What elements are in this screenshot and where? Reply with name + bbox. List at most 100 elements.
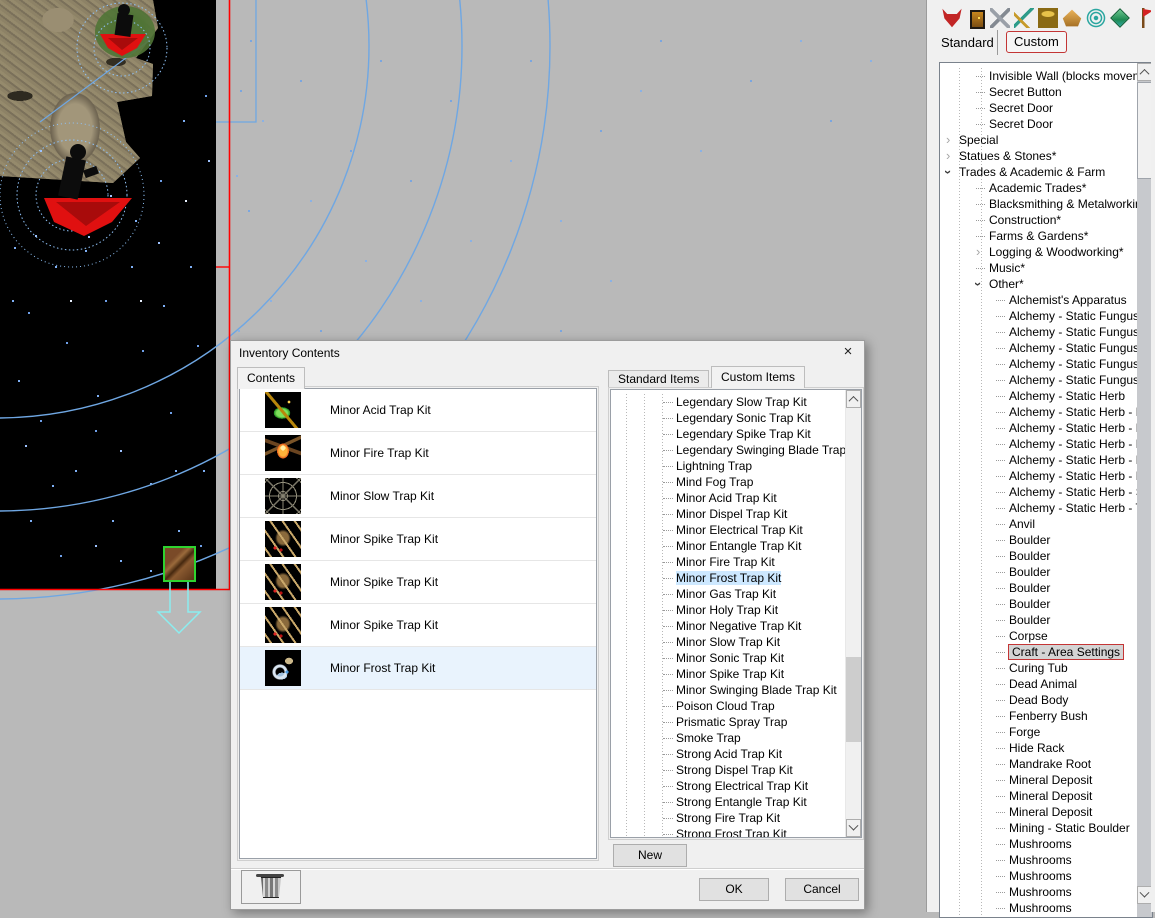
scroll-down-icon[interactable] (846, 819, 861, 837)
palette-tree-item[interactable]: Special (940, 132, 1152, 148)
palette-tree[interactable]: Invisible Wall (blocks moveme Secret But… (939, 62, 1153, 918)
custom-item[interactable]: Strong Entangle Trap Kit (611, 794, 861, 810)
inventory-row[interactable]: Minor Frost Trap Kit (240, 647, 596, 690)
palette-tree-item[interactable]: Craft - Area Settings (940, 644, 1152, 660)
custom-item[interactable]: Prismatic Spray Trap (611, 714, 861, 730)
palette-tree-item[interactable]: Alchemy - Static Herb - M (940, 468, 1152, 484)
custom-item[interactable]: Legendary Spike Trap Kit (611, 426, 861, 442)
palette-tree-item[interactable]: Academic Trades* (940, 180, 1152, 196)
scroll-up-icon[interactable] (1137, 63, 1152, 81)
tab-custom-items[interactable]: Custom Items (711, 366, 805, 388)
custom-item[interactable]: Minor Electrical Trap Kit (611, 522, 861, 538)
custom-item[interactable]: Minor Negative Trap Kit (611, 618, 861, 634)
palette-tree-item[interactable]: Mushrooms (940, 884, 1152, 900)
delete-button[interactable] (241, 870, 301, 904)
expander-icon[interactable] (946, 164, 959, 180)
close-icon[interactable]: × (840, 343, 856, 361)
palette-tree-item[interactable]: Boulder (940, 548, 1152, 564)
custom-item[interactable]: Poison Cloud Trap (611, 698, 861, 714)
scrollbar-thumb[interactable] (846, 657, 861, 742)
palette-tree-item[interactable]: Mandrake Root (940, 756, 1152, 772)
palette-tree-item[interactable]: Farms & Gardens* (940, 228, 1152, 244)
palette-tree-item[interactable]: Corpse (940, 628, 1152, 644)
ok-button[interactable]: OK (699, 878, 769, 901)
tab-standard-items[interactable]: Standard Items (608, 370, 709, 388)
palette-tree-item[interactable]: Logging & Woodworking* (940, 244, 1152, 260)
palette-tree-item[interactable]: Mushrooms (940, 852, 1152, 868)
custom-item[interactable]: Minor Entangle Trap Kit (611, 538, 861, 554)
palette-tree-item[interactable]: Alchemy - Static Herb - S (940, 484, 1152, 500)
custom-item[interactable]: Minor Acid Trap Kit (611, 490, 861, 506)
palette-tree-item[interactable]: Boulder (940, 580, 1152, 596)
custom-item[interactable]: Strong Acid Trap Kit (611, 746, 861, 762)
palette-tree-item[interactable]: Hide Rack (940, 740, 1152, 756)
custom-item[interactable]: Minor Fire Trap Kit (611, 554, 861, 570)
palette-tree-item[interactable]: Alchemy - Static Herb - D (940, 404, 1152, 420)
scroll-up-icon[interactable] (846, 390, 861, 408)
custom-item[interactable]: Minor Frost Trap Kit (611, 570, 861, 586)
palette-tree-item[interactable]: Mineral Deposit (940, 772, 1152, 788)
palette-tree-item[interactable]: Mining - Static Boulder (940, 820, 1152, 836)
palette-tree-item[interactable]: Invisible Wall (blocks moveme (940, 68, 1152, 84)
custom-item[interactable]: Minor Holy Trap Kit (611, 602, 861, 618)
tab-contents[interactable]: Contents (237, 367, 305, 389)
tab-standard[interactable]: Standard (941, 35, 994, 50)
palette-tree-item[interactable]: Dead Animal (940, 676, 1152, 692)
custom-item[interactable]: Strong Frost Trap Kit (611, 826, 861, 838)
palette-icon[interactable] (1038, 8, 1058, 28)
palette-tree-item[interactable]: Mushrooms (940, 836, 1152, 852)
custom-item[interactable]: Legendary Swinging Blade Trap Kit (611, 442, 861, 458)
selected-placeable-crate[interactable] (163, 546, 196, 582)
expander-icon[interactable] (946, 148, 959, 164)
custom-items-scrollbar[interactable] (845, 390, 861, 837)
custom-items-tree[interactable]: Legendary Slow Trap Kit Legendary Sonic … (610, 389, 862, 838)
expander-icon[interactable] (976, 244, 989, 260)
palette-tree-item[interactable]: Alchemy - Static Fungus - (940, 324, 1152, 340)
palette-tree-item[interactable]: Mineral Deposit (940, 804, 1152, 820)
palette-tree-item[interactable]: Alchemy - Static Herb (940, 388, 1152, 404)
palette-icon[interactable] (1014, 8, 1034, 28)
inventory-row[interactable]: Minor Slow Trap Kit (240, 475, 596, 518)
custom-item[interactable]: Mind Fog Trap (611, 474, 861, 490)
custom-item[interactable]: Strong Dispel Trap Kit (611, 762, 861, 778)
palette-icon[interactable] (1062, 8, 1082, 28)
palette-tree-item[interactable]: Secret Door (940, 100, 1152, 116)
inventory-row[interactable]: Minor Spike Trap Kit (240, 604, 596, 647)
inventory-row[interactable]: Minor Acid Trap Kit (240, 389, 596, 432)
palette-tree-item[interactable]: Curing Tub (940, 660, 1152, 676)
palette-tree-item[interactable]: Alchemy - Static Herb - E (940, 436, 1152, 452)
palette-icon[interactable] (990, 8, 1010, 28)
palette-tree-item[interactable]: Alchemy - Static Fungus - (940, 372, 1152, 388)
custom-item[interactable]: Strong Fire Trap Kit (611, 810, 861, 826)
inventory-row[interactable]: Minor Fire Trap Kit (240, 432, 596, 475)
palette-tree-item[interactable]: Mushrooms (940, 900, 1152, 916)
custom-item[interactable]: Minor Spike Trap Kit (611, 666, 861, 682)
palette-tree-item[interactable]: Boulder (940, 564, 1152, 580)
palette-tree-item[interactable]: Alchemist's Apparatus (940, 292, 1152, 308)
custom-item[interactable]: Minor Sonic Trap Kit (611, 650, 861, 666)
palette-tree-item[interactable]: Forge (940, 724, 1152, 740)
palette-tree-item[interactable]: Alchemy - Static Herb - Tr (940, 500, 1152, 516)
palette-tree-item[interactable]: Alchemy - Static Fungus (940, 308, 1152, 324)
expander-icon[interactable] (946, 132, 959, 148)
palette-tree-item[interactable]: Blacksmithing & Metalworking (940, 196, 1152, 212)
palette-tree-item[interactable]: Boulder (940, 612, 1152, 628)
tab-custom[interactable]: Custom (1006, 31, 1067, 53)
custom-item[interactable]: Strong Electrical Trap Kit (611, 778, 861, 794)
palette-tree-item[interactable]: Construction* (940, 212, 1152, 228)
custom-item[interactable]: Minor Dispel Trap Kit (611, 506, 861, 522)
custom-item[interactable]: Smoke Trap (611, 730, 861, 746)
custom-item[interactable]: Minor Gas Trap Kit (611, 586, 861, 602)
palette-tree-item[interactable]: Other* (940, 276, 1152, 292)
palette-tree-item[interactable]: Dead Body (940, 692, 1152, 708)
palette-icon[interactable] (942, 8, 962, 28)
palette-tree-item[interactable]: Alchemy - Static Fungus - (940, 340, 1152, 356)
cancel-button[interactable]: Cancel (785, 878, 859, 901)
scrollbar-thumb[interactable] (1137, 82, 1152, 179)
custom-item[interactable]: Lightning Trap (611, 458, 861, 474)
palette-icon[interactable] (1110, 8, 1130, 28)
palette-tree-item[interactable]: Secret Door (940, 116, 1152, 132)
custom-item[interactable]: Minor Slow Trap Kit (611, 634, 861, 650)
palette-tree-item[interactable]: Mushrooms (940, 868, 1152, 884)
palette-tree-item[interactable]: Alchemy - Static Fungus - (940, 356, 1152, 372)
